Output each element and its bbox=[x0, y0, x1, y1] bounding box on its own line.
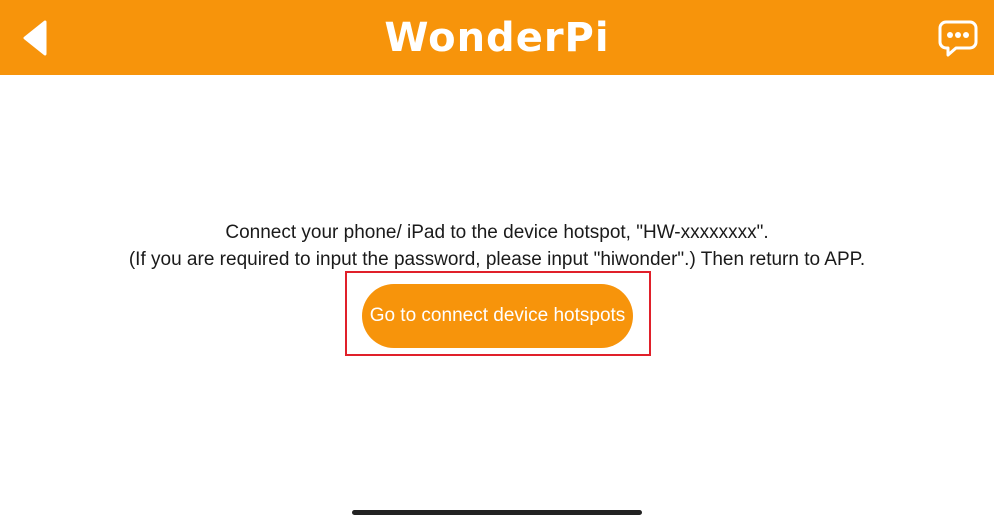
screen: WonderPi Connect your phone/ iPad to the… bbox=[0, 0, 994, 522]
header-bar: WonderPi bbox=[0, 0, 994, 75]
chat-bubble-icon bbox=[938, 20, 978, 57]
hotspot-instructions: Connect your phone/ iPad to the device h… bbox=[40, 219, 954, 273]
home-indicator[interactable] bbox=[352, 510, 642, 515]
instruction-line-1: Connect your phone/ iPad to the device h… bbox=[225, 222, 769, 243]
connect-hotspot-button[interactable]: Go to connect device hotspots bbox=[362, 284, 633, 348]
chat-button[interactable] bbox=[934, 14, 982, 62]
back-arrow-icon bbox=[23, 20, 47, 56]
instruction-line-2: (If you are required to input the passwo… bbox=[128, 249, 866, 270]
app-logo: WonderPi bbox=[340, 10, 654, 66]
back-button[interactable] bbox=[10, 10, 60, 66]
logo-text: WonderPi bbox=[384, 15, 610, 61]
